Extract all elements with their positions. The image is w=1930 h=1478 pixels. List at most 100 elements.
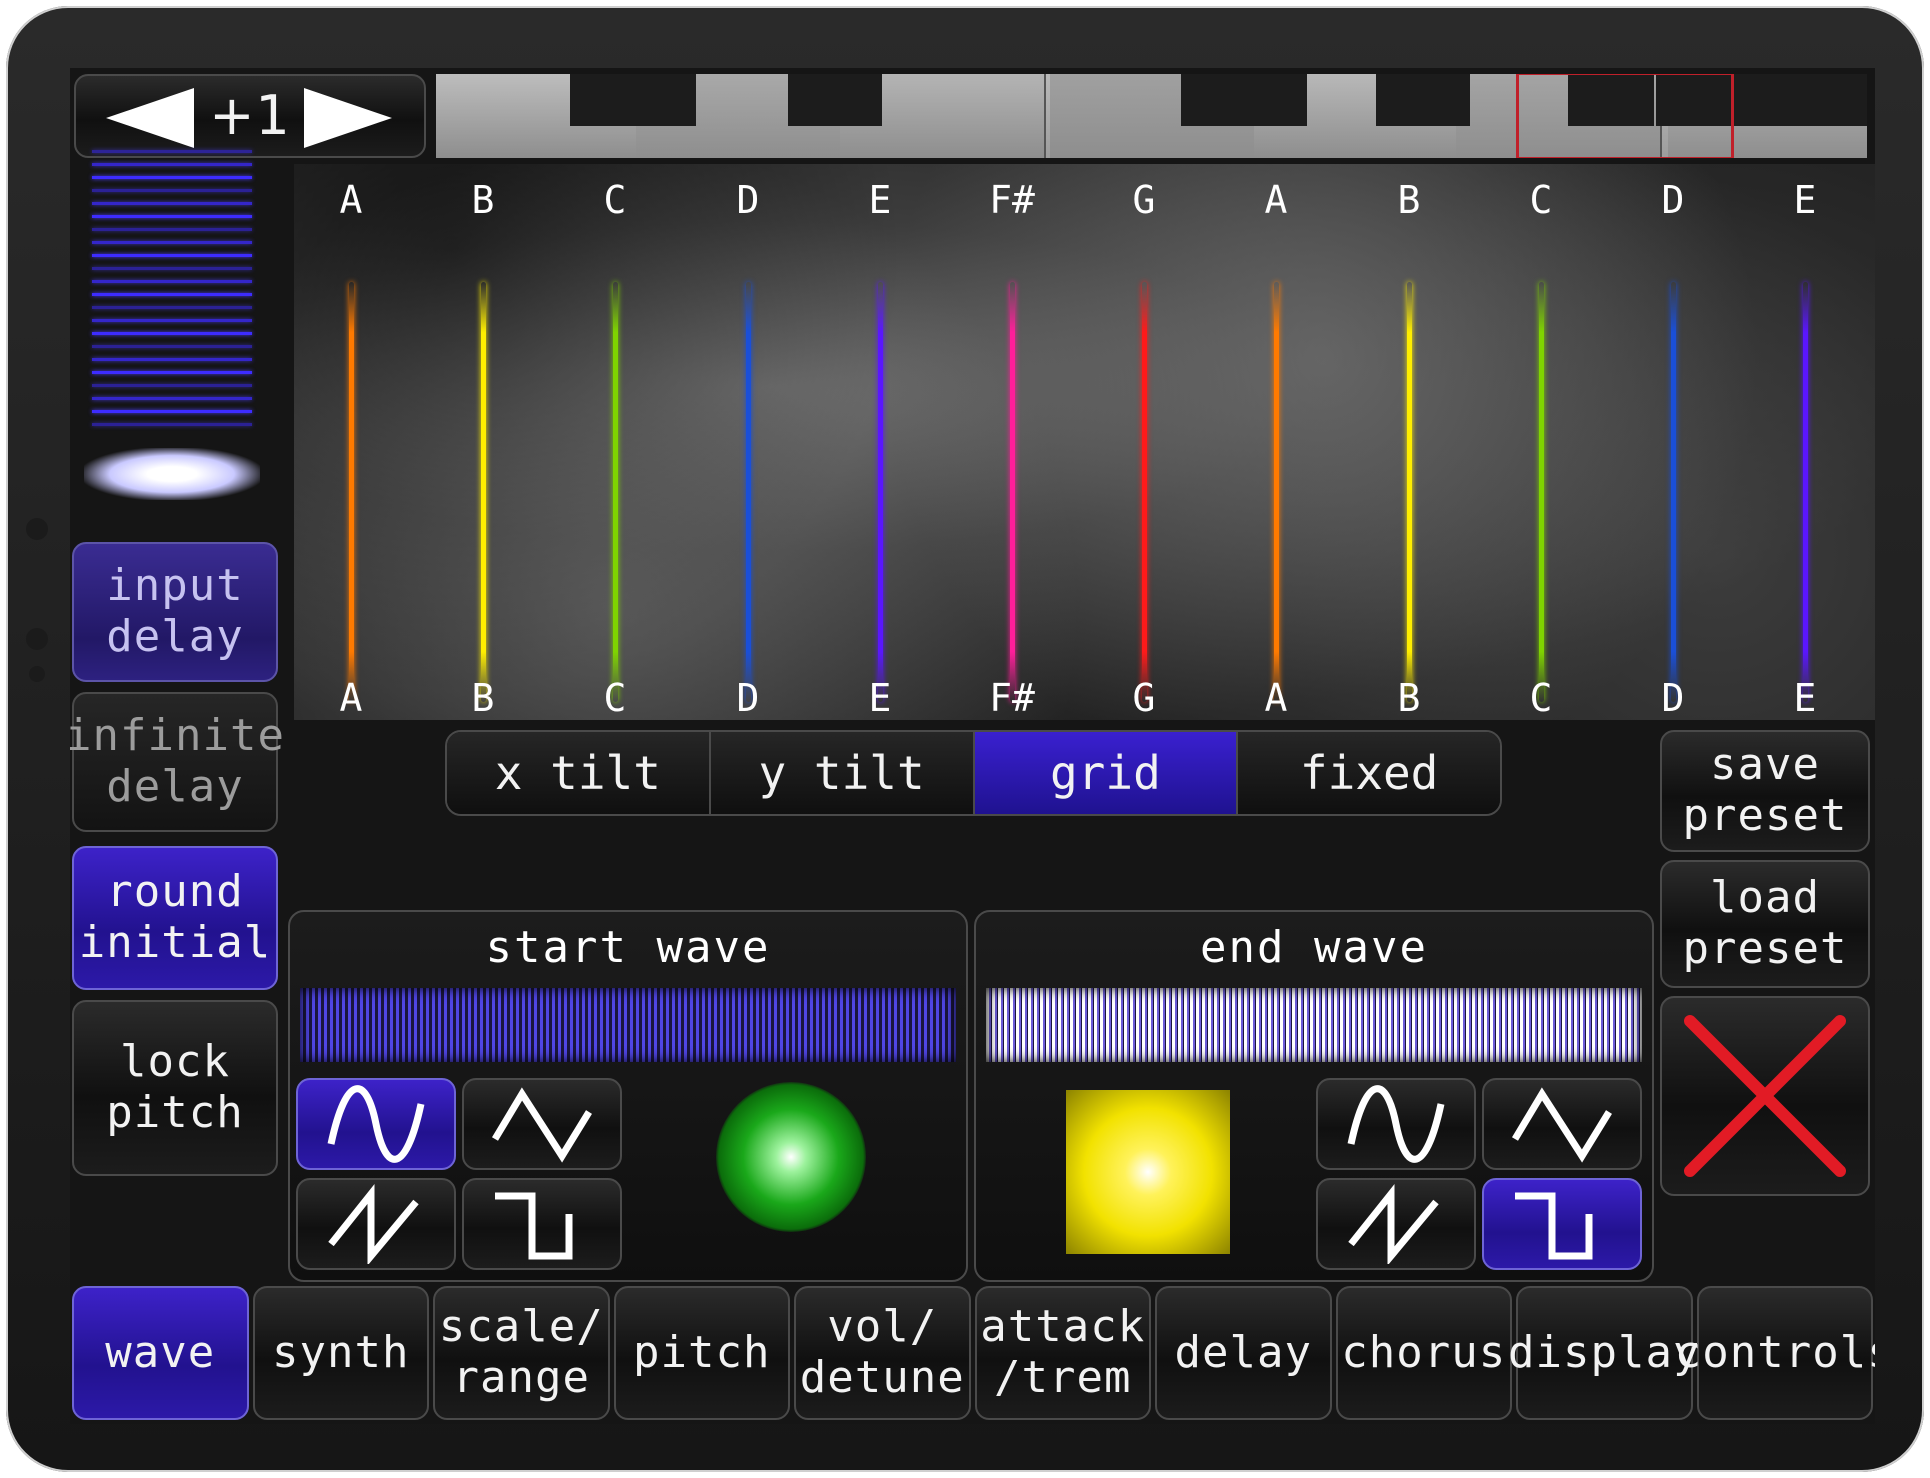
string-label-bottom: E — [1793, 676, 1817, 720]
sawtooth-wave-icon — [1348, 1184, 1439, 1264]
string-1[interactable] — [349, 282, 354, 702]
string-2[interactable] — [481, 282, 486, 702]
meter-line — [92, 293, 252, 296]
string-7[interactable] — [1142, 282, 1147, 702]
bottom-tab-bar: wave synth scale/ range pitch vol/ detune att… — [70, 1286, 1875, 1424]
tilt-mode-selector: x tilt y tilt grid fixed — [445, 730, 1502, 816]
black-key[interactable] — [1181, 74, 1307, 126]
string-11[interactable] — [1671, 282, 1676, 702]
tab-scale-range[interactable]: scale/ range — [433, 1286, 610, 1420]
string-label-top: E — [1793, 178, 1817, 222]
string-label-bottom: C — [603, 676, 627, 720]
start-square-button[interactable] — [462, 1178, 622, 1270]
sawtooth-wave-icon — [328, 1184, 419, 1264]
app-screen: +1 A A B B C C D D E E F# F# G G A A B B C C D D E E input dela… — [70, 68, 1875, 1424]
right-triangle-icon[interactable] — [304, 88, 394, 148]
string-label-bottom: B — [471, 676, 495, 720]
octave-value: +1 — [209, 83, 291, 147]
string-9[interactable] — [1407, 282, 1412, 702]
infinite-delay-button[interactable]: infinite delay — [70, 692, 284, 832]
string-label-top: E — [868, 178, 892, 222]
string-label-top: B — [1397, 178, 1421, 222]
lock-pitch-button[interactable]: lock pitch — [72, 1000, 278, 1176]
string-8[interactable] — [1274, 282, 1279, 702]
tab-pitch[interactable]: pitch — [613, 1286, 790, 1420]
start-wave-indicator-dot — [716, 1082, 866, 1232]
string-5[interactable] — [878, 282, 883, 702]
meter-line — [92, 267, 252, 270]
meter-line — [92, 254, 252, 257]
round-initial-button[interactable]: round initial — [72, 846, 278, 990]
tab-wave[interactable]: wave — [72, 1286, 249, 1420]
meter-line — [92, 332, 252, 335]
meter-line — [92, 176, 252, 179]
black-key[interactable] — [788, 74, 882, 126]
x-tilt-option[interactable]: x tilt — [447, 732, 711, 814]
close-x-icon — [1684, 1015, 1846, 1177]
start-wave-display — [300, 988, 956, 1062]
end-wave-indicator-square — [1066, 1090, 1230, 1254]
string-label-top: B — [471, 178, 495, 222]
black-key[interactable] — [570, 74, 696, 126]
load-preset-button[interactable]: load preset — [1660, 860, 1870, 988]
string-4[interactable] — [746, 282, 751, 702]
string-label-top: F# — [989, 178, 1035, 222]
close-button[interactable] — [1660, 996, 1870, 1196]
square-wave-icon — [1515, 1192, 1593, 1260]
start-wave-title: start wave — [485, 922, 771, 973]
tab-synth[interactable]: synth — [252, 1286, 429, 1420]
sensor-dot — [29, 666, 45, 682]
tab-controls[interactable]: controls — [1675, 1286, 1875, 1420]
meter-line — [92, 306, 252, 309]
input-delay-button[interactable]: input delay — [72, 542, 278, 682]
string-label-bottom: A — [339, 676, 363, 720]
keyboard-range-selector[interactable] — [1516, 74, 1734, 158]
tab-delay[interactable]: delay — [1155, 1286, 1332, 1420]
black-key[interactable] — [1767, 74, 1867, 126]
string-label-top: C — [1529, 178, 1553, 222]
meter-line — [92, 397, 252, 400]
tab-attack-trem[interactable]: attack /trem — [974, 1286, 1151, 1420]
string-12[interactable] — [1803, 282, 1808, 702]
string-label-top: A — [339, 178, 363, 222]
end-wave-panel: end wave — [974, 910, 1654, 1282]
start-sine-button[interactable] — [296, 1078, 456, 1170]
meter-peak-glow — [84, 448, 260, 500]
end-sine-button[interactable] — [1316, 1078, 1476, 1170]
string-label-bottom: E — [868, 676, 892, 720]
string-10[interactable] — [1539, 282, 1544, 702]
end-triangle-button[interactable] — [1482, 1078, 1642, 1170]
string-label-top: G — [1132, 178, 1156, 222]
end-sawtooth-button[interactable] — [1316, 1178, 1476, 1270]
save-preset-button[interactable]: save preset — [1660, 730, 1870, 852]
piano-keyboard[interactable] — [436, 74, 1867, 158]
start-triangle-button[interactable] — [462, 1078, 622, 1170]
square-wave-icon — [495, 1192, 573, 1260]
tablet-frame: +1 A A B B C C D D E E F# F# G G A A B B C C D D E E input dela… — [6, 6, 1924, 1472]
tab-display[interactable]: display — [1508, 1286, 1699, 1420]
string-field[interactable]: A A B B C C D D E E F# F# G G A A B B C C D D E E — [294, 164, 1875, 720]
meter-line — [92, 228, 252, 231]
end-square-button[interactable] — [1482, 1178, 1642, 1270]
black-key[interactable] — [1376, 74, 1470, 126]
tab-chorus[interactable]: chorus — [1335, 1286, 1512, 1420]
left-triangle-icon[interactable] — [106, 88, 196, 148]
tab-vol-detune[interactable]: vol/ detune — [794, 1286, 971, 1420]
sine-wave-icon — [327, 1085, 425, 1163]
string-label-bottom: B — [1397, 676, 1421, 720]
fixed-option[interactable]: fixed — [1238, 732, 1500, 814]
string-label-top: C — [603, 178, 627, 222]
string-label-bottom: D — [736, 676, 760, 720]
grid-option[interactable]: grid — [974, 732, 1239, 814]
string-6[interactable] — [1010, 282, 1015, 702]
string-label-top: A — [1264, 178, 1288, 222]
meter-line — [92, 358, 252, 361]
string-label-top: D — [1661, 178, 1685, 222]
string-label-bottom: D — [1661, 676, 1685, 720]
start-sawtooth-button[interactable] — [296, 1178, 456, 1270]
y-tilt-option[interactable]: y tilt — [710, 732, 975, 814]
meter-line — [92, 202, 252, 205]
string-label-bottom: C — [1529, 676, 1553, 720]
string-3[interactable] — [613, 282, 618, 702]
end-wave-title: end wave — [1200, 922, 1428, 973]
